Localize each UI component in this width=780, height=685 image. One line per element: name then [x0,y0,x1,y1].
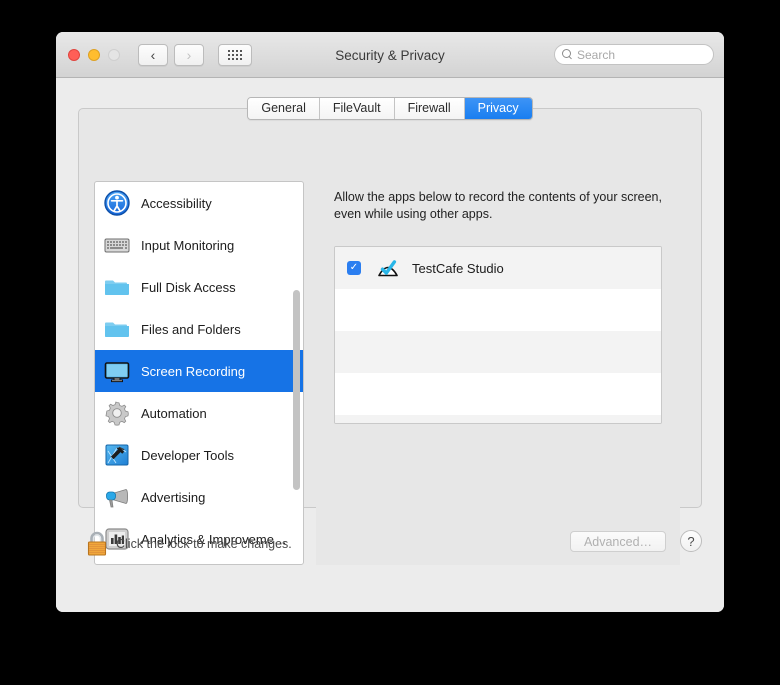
window-titlebar: ‹ › Security & Privacy [56,32,724,78]
sidebar-item-input-monitoring[interactable]: Input Monitoring [95,224,303,266]
sidebar-item-label: Files and Folders [141,321,241,337]
tab-bar: General FileVault Firewall Privacy [56,97,724,120]
table-row-empty [335,331,661,373]
sidebar-item-full-disk-access[interactable]: Full Disk Access [95,266,303,308]
advanced-button: Advanced… [570,531,666,552]
search-input[interactable] [577,47,707,62]
window-footer: Click the lock to make changes. Advanced… [56,516,724,612]
sidebar-scrollbar[interactable] [293,290,300,490]
sidebar-item-label: Full Disk Access [141,279,236,295]
sidebar-item-files-and-folders[interactable]: Files and Folders [95,308,303,350]
close-button[interactable] [68,48,80,61]
sidebar-item-screen-recording[interactable]: Screen Recording [95,350,303,392]
sidebar-item-label: Automation [141,405,207,421]
folder-icon [103,273,131,301]
accessibility-icon [103,189,131,217]
zoom-button [108,48,120,61]
search-field[interactable] [554,44,714,65]
back-button[interactable]: ‹ [138,43,168,66]
keyboard-icon [103,231,131,259]
traffic-light-group [68,48,120,61]
testcafe-studio-icon [375,255,401,281]
window-body: General FileVault Firewall Privacy Acces… [56,78,724,612]
app-checkbox[interactable]: ✓ [347,261,361,275]
tab-group: General FileVault Firewall Privacy [247,97,533,120]
search-icon [562,49,573,60]
sidebar-item-label: Input Monitoring [141,237,235,253]
gear-icon [103,399,131,427]
lock-closed-icon[interactable] [82,528,112,560]
table-row-empty [335,373,661,415]
panel-description: Allow the apps below to record the conte… [334,190,662,221]
security-privacy-window: ‹ › Security & Privacy General FileVault… [56,32,724,612]
allowed-apps-list[interactable]: ✓ TestCafe Studio [334,246,662,424]
folder-icon [103,315,131,343]
scrollbar-thumb[interactable] [293,290,300,490]
display-icon [103,357,131,385]
chevron-left-icon: ‹ [150,46,156,63]
sidebar-item-label: Screen Recording [141,363,246,379]
navigation-buttons: ‹ › [138,43,204,66]
app-name: TestCafe Studio [412,260,504,276]
forward-button: › [174,43,204,66]
table-row-empty [335,415,661,423]
table-row-empty [335,289,661,331]
sidebar-item-automation[interactable]: Automation [95,392,303,434]
privacy-category-list[interactable]: Accessibility Input Monitoring Full Disk… [94,181,304,565]
show-all-button[interactable] [218,43,252,66]
screen-recording-panel: Allow the apps below to record the conte… [316,181,680,565]
megaphone-icon [103,483,131,511]
table-row[interactable]: ✓ TestCafe Studio [335,247,661,289]
tab-firewall[interactable]: Firewall [394,98,465,119]
lock-message: Click the lock to make changes. [116,537,292,551]
sidebar-item-accessibility[interactable]: Accessibility [95,182,303,224]
hammer-blueprint-icon [103,441,131,469]
sidebar-item-label: Developer Tools [141,447,234,463]
tab-filevault[interactable]: FileVault [319,98,395,119]
help-button[interactable]: ? [680,530,702,552]
sidebar-item-label: Advertising [141,489,206,505]
sidebar-item-developer-tools[interactable]: Developer Tools [95,434,303,476]
sidebar-item-advertising[interactable]: Advertising [95,476,303,518]
minimize-button[interactable] [88,48,100,61]
sidebar-item-label: Accessibility [141,195,212,211]
tab-general[interactable]: General [248,98,320,119]
tab-privacy[interactable]: Privacy [464,98,532,119]
chevron-right-icon: › [186,46,192,63]
show-all-grid-icon [228,49,242,60]
